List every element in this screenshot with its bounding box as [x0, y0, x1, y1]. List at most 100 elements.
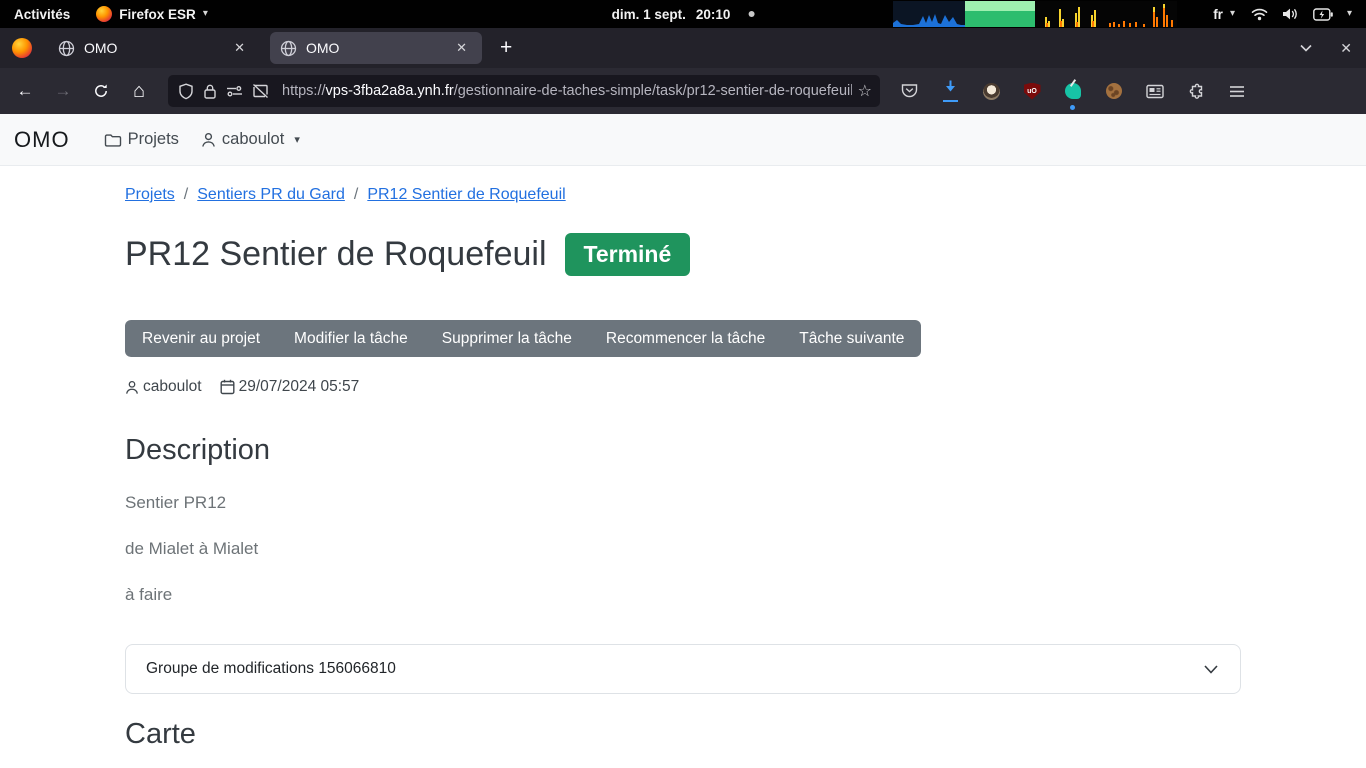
cpu-graph-icon	[893, 1, 965, 27]
extension-raccoon-icon[interactable]	[978, 78, 1004, 104]
battery-charging-icon	[1313, 8, 1333, 21]
breadcrumb-link-task[interactable]: PR12 Sentier de Roquefeuil	[367, 186, 565, 204]
list-all-tabs-icon[interactable]	[1298, 40, 1314, 56]
page-title: PR12 Sentier de Roquefeuil	[125, 230, 547, 278]
changeset-accordion-toggle[interactable]: Groupe de modifications 156066810	[125, 644, 1241, 694]
person-icon	[125, 380, 139, 395]
network-graph-icon	[1035, 1, 1105, 27]
description-paragraph: à faire	[125, 586, 1241, 604]
chevron-down-icon: ▾	[294, 133, 300, 146]
folder-icon	[104, 132, 122, 148]
memory-graph-icon	[965, 1, 1035, 27]
next-task-button[interactable]: Tâche suivante	[782, 320, 921, 357]
brand-logo[interactable]: OMO	[14, 127, 70, 153]
description-paragraph: de Mialet à Mialet	[125, 540, 1241, 558]
firefox-logo-icon	[12, 38, 32, 58]
forward-button[interactable]: →	[48, 76, 78, 106]
task-meta: caboulot 29/07/2024 05:57	[125, 378, 1241, 396]
clock-date: dim. 1 sept.	[612, 7, 686, 22]
home-button[interactable]: ⌂	[124, 76, 154, 106]
task-action-buttons: Revenir au projet Modifier la tâche Supp…	[125, 320, 921, 357]
ublock-origin-icon[interactable]: uO	[1019, 78, 1045, 104]
back-to-project-button[interactable]: Revenir au projet	[125, 320, 277, 357]
extension-cookie-icon[interactable]	[1101, 78, 1127, 104]
https-lock-icon[interactable]	[203, 83, 217, 100]
keyboard-layout-button[interactable]: fr ▾	[1213, 7, 1235, 22]
task-datetime-label: 29/07/2024 05:57	[239, 378, 360, 396]
task-author: caboulot	[125, 378, 202, 396]
browser-tab-strip: OMO ✕ OMO ✕ + ✕	[0, 28, 1366, 68]
new-tab-button[interactable]: +	[490, 36, 522, 60]
downloads-icon[interactable]	[937, 78, 963, 104]
person-icon	[201, 132, 216, 148]
window-close-icon[interactable]: ✕	[1340, 40, 1352, 57]
breadcrumb-link-sentiers[interactable]: Sentiers PR du Gard	[197, 186, 345, 204]
tracking-protection-shield-icon[interactable]	[178, 83, 194, 100]
tab-close-icon[interactable]: ✕	[451, 38, 472, 58]
system-monitor-graphs	[893, 1, 1177, 27]
restart-task-button[interactable]: Recommencer la tâche	[589, 320, 782, 357]
breadcrumb: Projets / Sentiers PR du Gard / PR12 Sen…	[125, 186, 1241, 204]
page-content: OMO Projets caboulot ▾ Projets / Sentier…	[0, 114, 1366, 768]
clock-time: 20:10	[696, 7, 731, 22]
task-datetime: 29/07/2024 05:57	[220, 378, 360, 396]
pocket-icon[interactable]	[896, 78, 922, 104]
system-status-area[interactable]: ▾	[1251, 7, 1352, 21]
volume-icon	[1282, 7, 1299, 21]
wifi-icon	[1251, 7, 1268, 21]
tab-title: OMO	[84, 40, 229, 56]
chevron-down-icon	[1202, 660, 1220, 678]
edit-task-button[interactable]: Modifier la tâche	[277, 320, 425, 357]
chevron-down-icon: ▾	[1230, 9, 1235, 19]
app-menu-label: Firefox ESR	[119, 7, 196, 22]
tab-omo-1[interactable]: OMO ✕	[48, 32, 260, 64]
back-button[interactable]: ←	[10, 76, 40, 106]
site-header: OMO Projets caboulot ▾	[0, 114, 1366, 166]
delete-task-button[interactable]: Supprimer la tâche	[425, 320, 589, 357]
changeset-label: Groupe de modifications 156066810	[146, 660, 396, 678]
globe-icon	[280, 40, 297, 57]
extensions-puzzle-icon[interactable]	[1183, 78, 1209, 104]
url-scheme: https://	[282, 83, 326, 99]
user-menu-label: caboulot	[222, 130, 284, 149]
url-path: /gestionnaire-de-taches-simple/task/pr12…	[454, 83, 852, 99]
nav-projects-label: Projets	[128, 130, 179, 149]
blocked-content-icon[interactable]	[252, 83, 269, 99]
notification-dot	[1070, 105, 1075, 110]
tab-close-icon[interactable]: ✕	[229, 38, 250, 58]
extension-umbrella-icon[interactable]	[1060, 78, 1086, 104]
app-menu-button[interactable]: Firefox ESR ▾	[96, 6, 208, 22]
clock-button[interactable]: dim. 1 sept. 20:10	[612, 7, 755, 22]
url-bar[interactable]: https://vps-3fba2a8a.ynh.fr/gestionnaire…	[168, 75, 880, 107]
bookmark-star-icon[interactable]: ☆	[858, 81, 872, 101]
url-domain: vps-3fba2a8a.ynh.fr	[326, 83, 454, 99]
nav-projects-link[interactable]: Projets	[104, 130, 179, 149]
breadcrumb-separator: /	[184, 186, 188, 204]
description-heading: Description	[125, 432, 1241, 468]
menu-hamburger-icon[interactable]	[1224, 78, 1250, 104]
chevron-down-icon: ▾	[1347, 9, 1352, 19]
reader-newspaper-icon[interactable]	[1142, 78, 1168, 104]
status-badge: Terminé	[565, 233, 691, 276]
keyboard-layout-label: fr	[1213, 7, 1223, 22]
breadcrumb-separator: /	[354, 186, 358, 204]
description-paragraph: Sentier PR12	[125, 494, 1241, 512]
disk-graph-icon	[1105, 1, 1177, 27]
tab-omo-2-active[interactable]: OMO ✕	[270, 32, 482, 64]
browser-toolbar: ← → ⌂	[0, 68, 1366, 114]
map-heading: Carte	[125, 716, 1241, 752]
description-body: Sentier PR12 de Mialet à Mialet à faire	[125, 494, 1241, 604]
breadcrumb-link-projets[interactable]: Projets	[125, 186, 175, 204]
reload-button[interactable]	[86, 76, 116, 106]
chevron-down-icon: ▾	[203, 9, 208, 19]
notification-dot	[748, 11, 754, 17]
tab-title: OMO	[306, 40, 451, 56]
activities-button[interactable]: Activités	[14, 7, 70, 22]
url-text[interactable]: https://vps-3fba2a8a.ynh.fr/gestionnaire…	[282, 83, 852, 99]
task-author-label: caboulot	[143, 378, 202, 396]
permissions-sliders-icon[interactable]	[226, 84, 243, 98]
user-menu-button[interactable]: caboulot ▾	[201, 130, 300, 149]
globe-icon	[58, 40, 75, 57]
firefox-icon	[96, 6, 112, 22]
calendar-icon	[220, 379, 235, 395]
